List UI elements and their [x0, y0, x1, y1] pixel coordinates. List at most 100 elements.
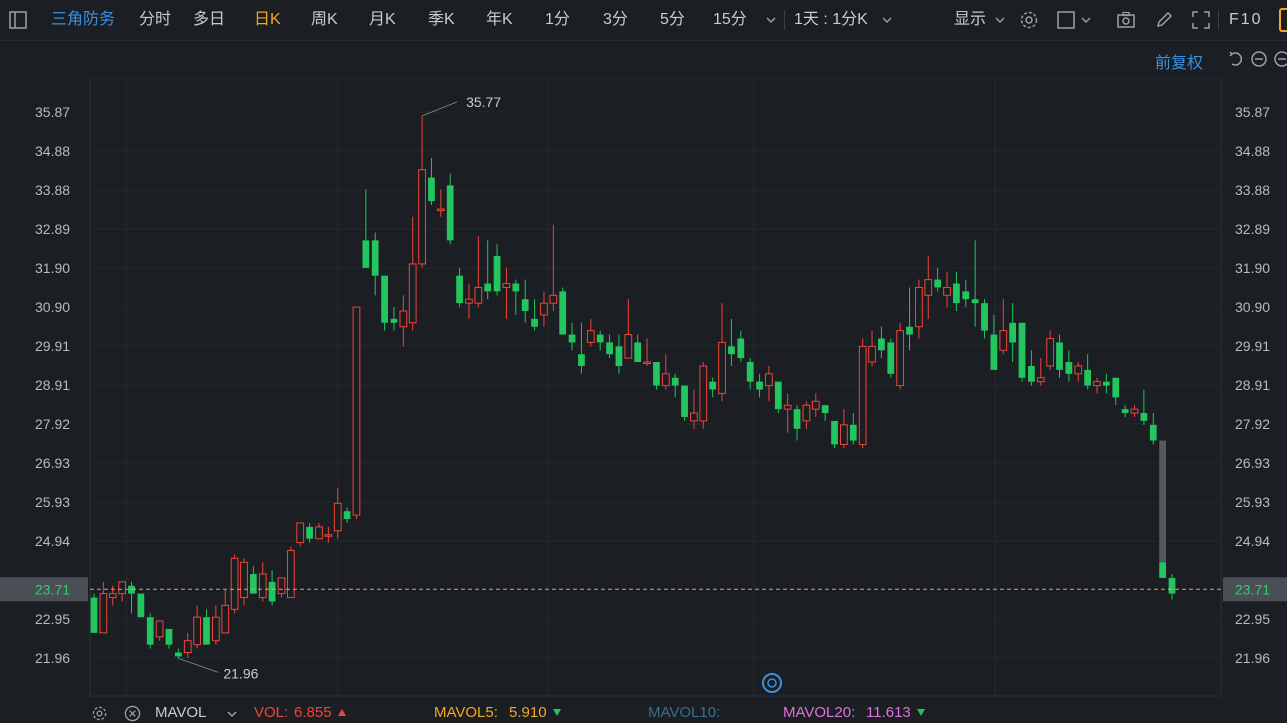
candle-body: [868, 345, 876, 363]
y-tick-label-left: 34.88: [35, 143, 70, 159]
candle-body: [474, 286, 483, 304]
checkbox-icon[interactable]: [1056, 10, 1076, 30]
candle-body: [146, 617, 154, 645]
candle-body: [596, 334, 604, 343]
y-tick-label-right: 33.88: [1235, 182, 1270, 198]
candle-body: [774, 381, 782, 410]
vol-label: VOL:: [254, 704, 289, 721]
candle-body: [568, 334, 576, 343]
candle-body: [493, 256, 501, 292]
candle-body: [362, 240, 370, 268]
chevron-down-icon[interactable]: [225, 707, 239, 721]
display-menu[interactable]: 显示: [954, 0, 986, 40]
f10-button[interactable]: F10: [1229, 0, 1263, 40]
period-toolbar: 三角防务 分时 多日 日K 周K 月K 季K 年K 1分 3分 5分 15分 1…: [0, 0, 1287, 41]
sidebar-toggle-icon[interactable]: [8, 10, 28, 30]
fullscreen-icon[interactable]: [1191, 10, 1211, 30]
candle-body: [512, 283, 520, 292]
y-tick-label-right: 30.90: [1235, 299, 1270, 315]
candle-body: [1103, 381, 1110, 386]
adjust-mode-button[interactable]: 前复权: [1155, 49, 1203, 73]
y-tick-label-left: 26.93: [35, 455, 70, 471]
candle-body: [1074, 365, 1083, 375]
candle-body: [540, 302, 548, 316]
tab-15min[interactable]: 15分: [713, 0, 747, 40]
tab-monthly-k[interactable]: 月K: [369, 0, 396, 40]
candle-body: [183, 640, 192, 654]
candle-body: [324, 534, 333, 537]
tab-5min[interactable]: 5分: [660, 0, 685, 40]
tab-minute[interactable]: 分时: [139, 0, 171, 40]
y-tick-label-left: 35.87: [35, 104, 70, 120]
chevron-down-icon[interactable]: [764, 13, 778, 27]
chevron-down-icon[interactable]: [880, 13, 894, 27]
candle-body: [521, 299, 529, 312]
kline-chart[interactable]: 35.87 35.87 34.88 34.88 33.88 33.88 32.89 32.89…: [0, 78, 1287, 698]
candle-body: [108, 593, 117, 599]
stock-name[interactable]: 三角防务: [51, 0, 115, 40]
candle-body: [783, 404, 792, 410]
candle-body: [840, 424, 848, 445]
candle-body: [746, 362, 754, 382]
candle-body: [953, 283, 960, 304]
candle-body: [352, 306, 361, 516]
gear-icon[interactable]: [1019, 10, 1039, 30]
candle-body: [765, 373, 773, 387]
tab-multiday[interactable]: 多日: [193, 0, 225, 40]
accent-edge: [1279, 8, 1287, 32]
candle-body: [643, 361, 651, 365]
candle-body: [653, 362, 660, 386]
undo-icon[interactable]: [1227, 50, 1245, 68]
candle-body: [1159, 562, 1167, 578]
candle-body: [408, 263, 417, 324]
gap-bar: [1159, 440, 1167, 563]
indicator-select[interactable]: MAVOL: [155, 704, 206, 721]
settings-icon[interactable]: [91, 705, 108, 722]
camera-icon[interactable]: [1116, 10, 1136, 30]
candle-body: [728, 346, 735, 355]
candle-body: [586, 330, 595, 343]
tab-3min[interactable]: 3分: [603, 0, 628, 40]
kline-chart-area[interactable]: 35.87 35.87 34.88 34.88 33.88 33.88 32.89 32.89…: [0, 78, 1287, 698]
y-tick-label-right: 25.93: [1235, 494, 1270, 510]
candle-body: [1121, 409, 1129, 414]
y-tick-label-left: 21.96: [35, 650, 70, 666]
pencil-icon[interactable]: [1154, 10, 1174, 30]
y-tick-label-right: 32.89: [1235, 221, 1270, 237]
candle-body: [1009, 322, 1017, 343]
vol-value-text: 6.855: [294, 704, 332, 721]
candle-body: [381, 275, 388, 323]
tab-quarterly-k[interactable]: 季K: [428, 0, 455, 40]
tab-yearly-k[interactable]: 年K: [486, 0, 513, 40]
candle-body: [436, 208, 445, 211]
candle-body: [1084, 369, 1092, 386]
zoom-in-icon[interactable]: [1273, 50, 1287, 68]
candle-body: [606, 342, 613, 355]
candle-body: [174, 652, 182, 657]
candle-body: [915, 286, 923, 328]
chevron-down-icon[interactable]: [993, 13, 1007, 27]
candle-body: [137, 593, 145, 618]
y-tick-label-left: 24.94: [35, 533, 70, 549]
candle-body: [531, 318, 538, 327]
close-icon[interactable]: [124, 705, 141, 722]
candle-body: [896, 330, 905, 387]
candle-body: [258, 573, 267, 599]
candle-body: [1056, 342, 1063, 370]
tab-1min[interactable]: 1分: [545, 0, 570, 40]
interval-select[interactable]: 1天 : 1分K: [794, 0, 868, 40]
y-tick-label-right: 28.91: [1235, 377, 1270, 393]
candle-body: [549, 294, 558, 304]
zoom-out-icon[interactable]: [1250, 50, 1268, 68]
indicator-bar: MAVOL VOL: 6.855 MAVOL5: 5.910 MAVOL10: …: [0, 700, 1287, 723]
candle-body: [99, 593, 108, 634]
tab-daily-k[interactable]: 日K: [254, 0, 281, 40]
candle-body: [502, 283, 511, 288]
y-tick-label-left: 30.90: [35, 299, 70, 315]
chevron-down-icon[interactable]: [1079, 13, 1093, 27]
candle-body: [296, 522, 305, 544]
tab-weekly-k[interactable]: 周K: [311, 0, 338, 40]
y-tick-label-right: 22.95: [1235, 611, 1270, 627]
candle-body: [624, 334, 633, 359]
candle-body: [446, 185, 454, 241]
